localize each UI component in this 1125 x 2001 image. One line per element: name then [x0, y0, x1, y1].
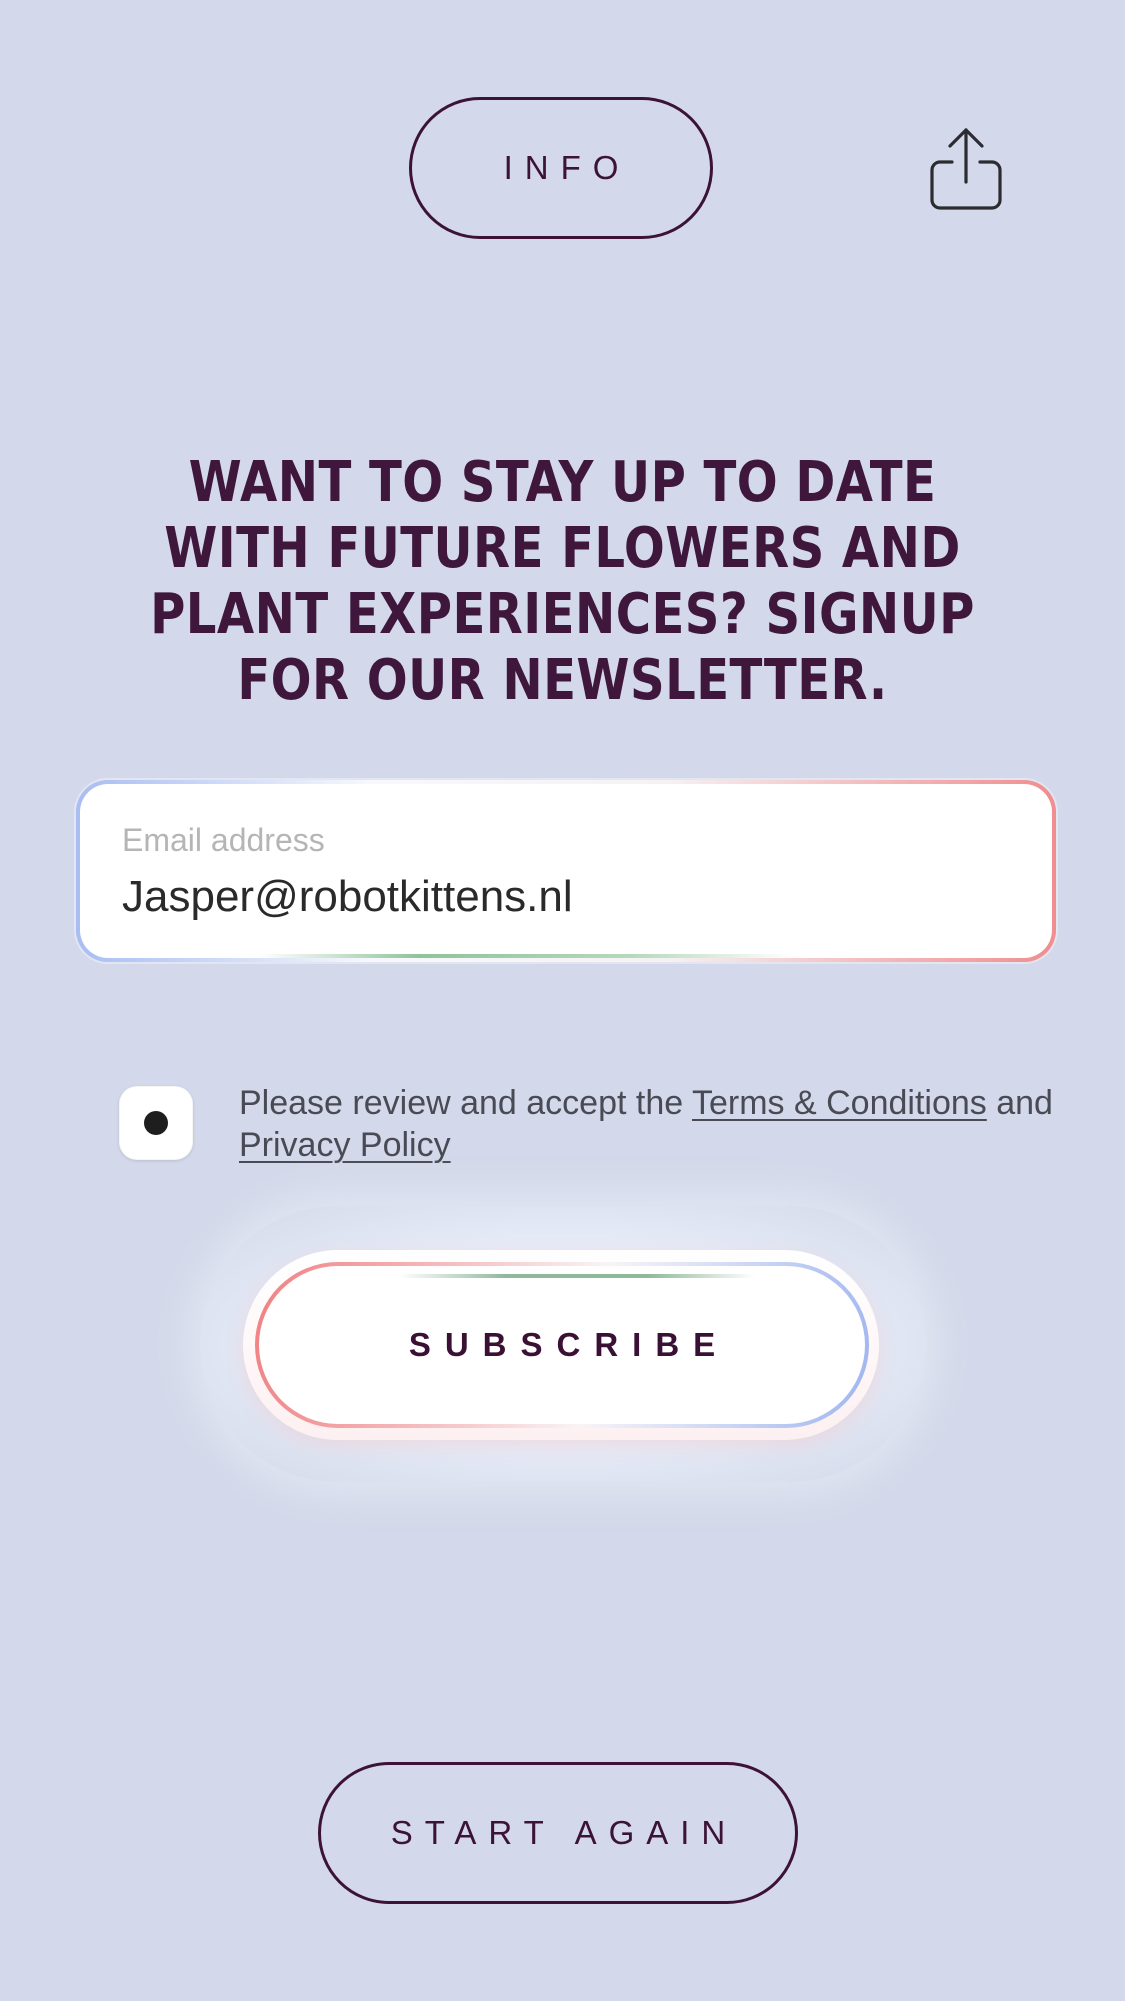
consent-checkbox[interactable] [119, 1086, 193, 1160]
info-button[interactable]: INFO [409, 97, 713, 239]
terms-conditions-link[interactable]: Terms & Conditions [692, 1084, 987, 1122]
start-again-button[interactable]: START AGAIN [318, 1762, 798, 1904]
email-field-surface[interactable]: Email address [80, 784, 1052, 958]
email-field[interactable]: Email address [76, 780, 1056, 962]
email-input[interactable] [122, 872, 1002, 922]
checkbox-checked-dot [144, 1111, 168, 1135]
consent-text-middle: and [986, 1084, 1053, 1122]
newsletter-page: INFO WANT TO STAY UP TO DATE WITH FUTURE… [0, 0, 1125, 2001]
privacy-policy-link[interactable]: Privacy Policy [239, 1126, 451, 1164]
consent-text: Please review and accept the Terms & Con… [239, 1082, 1059, 1166]
share-button[interactable] [916, 118, 1016, 218]
email-field-label: Email address [122, 822, 325, 858]
subscribe-button[interactable]: SUBSCRIBE [255, 1262, 869, 1428]
consent-text-before: Please review and accept the [239, 1084, 692, 1122]
newsletter-headline: WANT TO STAY UP TO DATE WITH FUTURE FLOW… [150, 450, 975, 713]
share-upload-icon [930, 128, 1002, 210]
